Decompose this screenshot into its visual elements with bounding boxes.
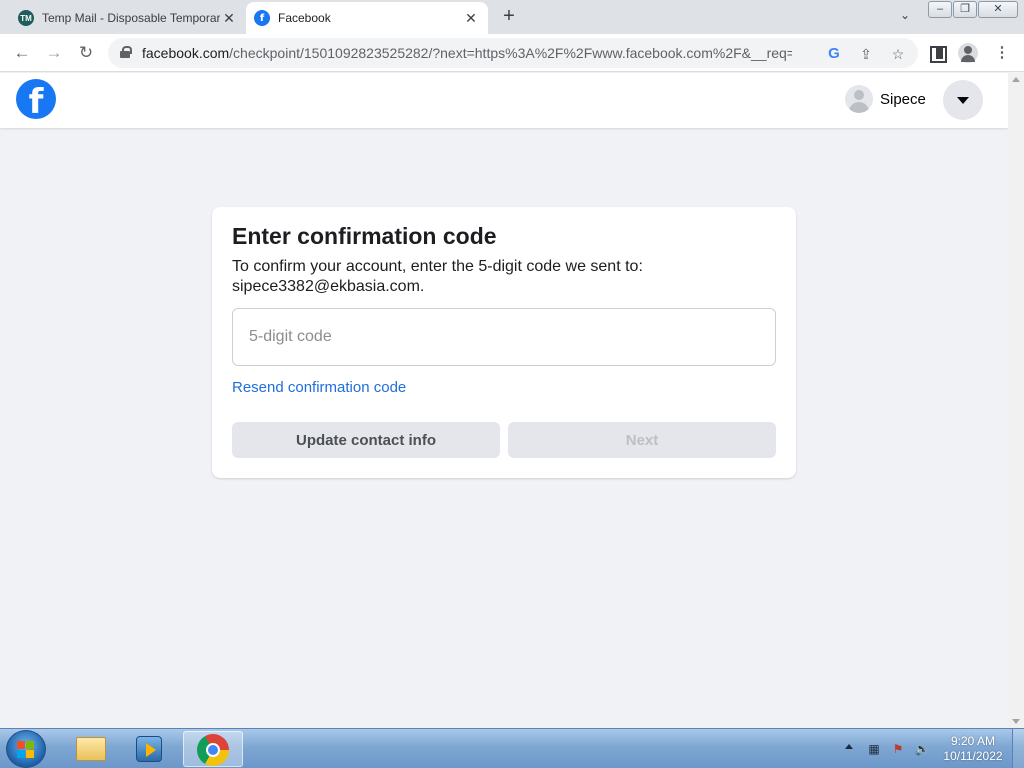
close-tab-icon[interactable]: ✕ [220,9,238,27]
clock-date: 10/11/2022 [943,749,1003,763]
media-player-icon [136,736,162,762]
facebook-favicon-icon: f [254,10,270,26]
side-panel-icon[interactable] [926,43,947,63]
resend-code-link[interactable]: Resend confirmation code [232,379,406,396]
account-menu-button[interactable] [943,80,983,120]
tempmail-favicon-icon: TM [18,10,34,26]
address-url[interactable]: facebook.com/checkpoint/1501092823525282… [142,45,792,61]
action-center-flag-icon[interactable]: ⚑ [890,741,906,757]
show-hidden-icons-icon[interactable] [845,744,853,749]
user-avatar[interactable] [845,85,873,113]
new-tab-button[interactable]: + [498,6,520,28]
windows-taskbar: ▦ ⚑ 🔈 9:20 AM 10/11/2022 [0,728,1024,768]
browser-tab-strip: TM Temp Mail - Disposable Temporary ✕ f … [0,0,1024,34]
show-desktop-button[interactable] [1012,729,1024,768]
start-button[interactable] [6,730,46,768]
address-bar[interactable]: facebook.com/checkpoint/1501092823525282… [108,38,918,68]
tab-search-chevron-icon[interactable]: ⌄ [896,8,914,26]
confirmation-code-input[interactable] [232,308,776,366]
bookmark-star-icon[interactable]: ☆ [888,44,908,64]
lock-icon[interactable] [120,46,132,58]
window-restore-button[interactable]: ❐ [953,1,977,18]
network-icon[interactable]: ▦ [866,741,882,757]
google-translate-icon[interactable]: G [824,44,844,64]
clock-time: 9:20 AM [950,734,996,748]
browser-tab-tempmail[interactable]: TM Temp Mail - Disposable Temporary ✕ [10,2,246,34]
reload-icon[interactable]: ↻ [74,41,98,65]
browser-menu-icon[interactable]: ⋮ [992,43,1012,63]
back-arrow-icon[interactable]: ← [10,41,34,65]
volume-icon[interactable]: 🔈 [914,741,930,757]
folder-icon [76,737,106,761]
window-minimize-button[interactable]: – [928,1,952,18]
user-name[interactable]: Sipece [880,91,926,108]
card-description: To confirm your account, enter the 5-dig… [232,258,643,295]
page-scrollbar[interactable] [1008,73,1024,728]
forward-arrow-icon[interactable]: → [42,41,66,65]
tab-title: Facebook [278,11,331,25]
update-contact-info-button[interactable]: Update contact info [232,422,500,458]
file-explorer-taskbar-button[interactable] [66,731,118,767]
browser-toolbar: ← → ↻ facebook.com/checkpoint/1501092823… [0,34,1024,72]
confirmation-card: Enter confirmation code To confirm your … [212,207,796,478]
window-close-button[interactable]: ✕ [978,1,1018,18]
chrome-taskbar-button[interactable] [183,731,243,767]
windows-logo-icon [17,741,35,759]
close-tab-icon[interactable]: ✕ [462,9,480,27]
facebook-logo-icon[interactable]: f [16,79,56,119]
next-button[interactable]: Next [508,422,776,458]
card-title: Enter confirmation code [232,223,497,249]
media-player-taskbar-button[interactable] [124,731,176,767]
scroll-down-arrow-icon[interactable] [1012,719,1020,724]
browser-tab-facebook[interactable]: f Facebook ✕ [246,2,488,34]
scroll-up-arrow-icon[interactable] [1012,77,1020,82]
chrome-icon [197,734,229,766]
tab-title: Temp Mail - Disposable Temporary [42,11,220,25]
taskbar-clock[interactable]: 9:20 AM 10/11/2022 [938,734,1008,764]
share-icon[interactable]: ⇪ [856,44,876,64]
profile-avatar-icon[interactable] [958,43,978,63]
facebook-header: f Sipece [0,73,1008,128]
